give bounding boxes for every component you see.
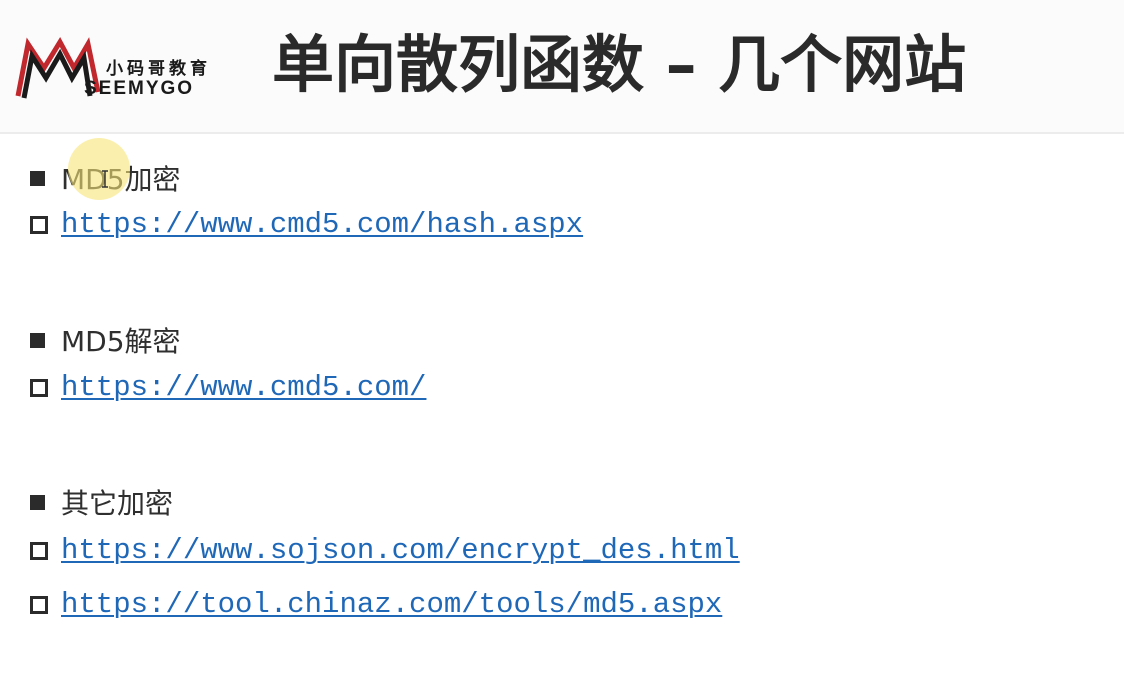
solid-square-bullet-icon <box>30 494 45 510</box>
link-item: https://tool.chinaz.com/tools/md5.aspx <box>30 588 722 621</box>
url-link[interactable]: https://tool.chinaz.com/tools/md5.aspx <box>61 588 722 621</box>
solid-square-bullet-icon <box>30 170 45 186</box>
link-item: https://www.sojson.com/encrypt_des.html <box>30 534 740 567</box>
solid-square-bullet-icon <box>30 332 45 348</box>
section-heading: 其它加密 <box>30 482 173 522</box>
seemygo-logo: 小码哥教育 SEEMYGO <box>14 34 244 102</box>
link-item: https://www.cmd5.com/ <box>30 371 426 404</box>
slide-title: 单向散列函数 – 几个网站 <box>272 28 967 101</box>
url-link[interactable]: https://www.cmd5.com/hash.aspx <box>61 208 583 241</box>
hollow-square-bullet-icon <box>30 378 48 397</box>
url-link[interactable]: https://www.sojson.com/encrypt_des.html <box>61 534 740 567</box>
section-heading-text: 其它加密 <box>61 487 174 520</box>
hollow-square-bullet-icon <box>30 595 48 614</box>
hollow-square-bullet-icon <box>30 215 48 234</box>
section-heading-text: MD5解密 <box>61 325 181 358</box>
hollow-square-bullet-icon <box>30 541 48 560</box>
text-cursor-icon <box>102 170 108 188</box>
section-heading: MD5解密 <box>30 320 181 360</box>
cursor-highlight <box>68 138 130 200</box>
logo-chinese-text: 小码哥教育 <box>106 59 211 79</box>
link-item: https://www.cmd5.com/hash.aspx <box>30 208 583 241</box>
slide-header: 小码哥教育 SEEMYGO 单向散列函数 – 几个网站 <box>0 0 1124 134</box>
logo-english-text: SEEMYGO <box>84 78 195 99</box>
url-link[interactable]: https://www.cmd5.com/ <box>61 371 426 404</box>
